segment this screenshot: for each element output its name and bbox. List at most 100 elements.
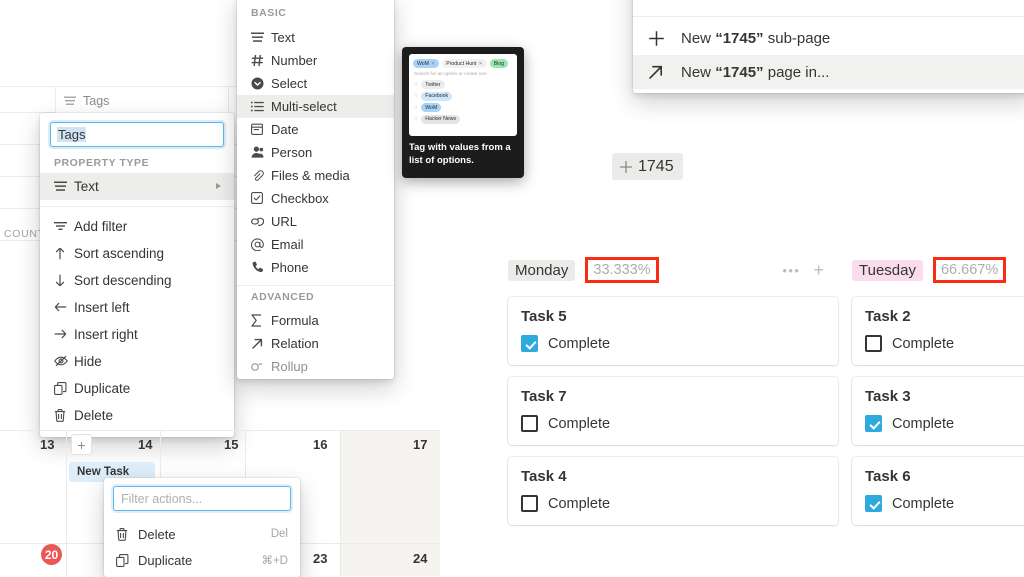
menu-item-label: Insert left [74, 299, 130, 315]
arrow-down-icon [54, 274, 74, 287]
trash-icon [116, 527, 138, 541]
type-option-url[interactable]: URL [237, 210, 394, 233]
menu-item-hide[interactable]: Hide [40, 348, 234, 375]
type-option-files-media[interactable]: Files & media [237, 164, 394, 187]
property-name-input[interactable]: Tags [50, 122, 224, 147]
paperclip-icon [251, 169, 271, 182]
board-column-percent[interactable]: 33.333% [585, 256, 659, 284]
complete-checkbox[interactable] [521, 495, 538, 512]
ellipsis-icon[interactable]: ••• [782, 264, 800, 277]
complete-checkbox[interactable] [865, 335, 882, 352]
action-menu-item-delete[interactable]: Delete Del [104, 521, 300, 547]
menu-item-add-filter[interactable]: Add filter [40, 213, 234, 240]
board-column-header: Tuesday 66.667% [852, 255, 1024, 285]
text-lines-icon [64, 96, 76, 106]
board-card[interactable]: Task 7 Complete [508, 377, 838, 445]
type-option-label: Multi-select [271, 98, 337, 114]
calendar-today-badge[interactable]: 20 [41, 544, 62, 565]
menu-item-insert-left[interactable]: Insert left [40, 294, 234, 321]
complete-label: Complete [892, 495, 955, 512]
calendar-day-number[interactable]: 24 [413, 551, 427, 566]
calendar-day-number[interactable]: 15 [224, 437, 238, 452]
calendar-day-number[interactable]: 23 [313, 551, 327, 566]
new-page-pill-label: 1745 [638, 157, 674, 175]
new-subpage-action[interactable]: New “1745” sub-page [633, 21, 1024, 55]
board-view: Monday 33.333% ••• + Task 5 Complete Tas… [500, 255, 1024, 576]
menu-item-insert-right[interactable]: Insert right [40, 321, 234, 348]
type-option-label: Phone [271, 259, 309, 275]
type-option-checkbox[interactable]: Checkbox [237, 187, 394, 210]
type-menu-basic-label: BASIC [251, 7, 287, 19]
complete-checkbox[interactable] [521, 415, 538, 432]
board-column-percent[interactable]: 66.667% [932, 256, 1007, 284]
property-type-row[interactable]: Text [40, 172, 234, 200]
calendar-day-number[interactable]: 13 [40, 437, 54, 452]
type-option-relation[interactable]: Relation [237, 332, 394, 355]
type-option-label: Relation [271, 336, 319, 351]
board-card[interactable]: Task 2 Complete [852, 297, 1024, 365]
type-option-label: Rollup [271, 359, 308, 374]
arrow-up-icon [54, 247, 74, 260]
menu-item-delete[interactable]: Delete [40, 402, 234, 429]
arrow-right-icon [54, 328, 74, 340]
type-option-select[interactable]: Select [237, 72, 394, 95]
complete-checkbox[interactable] [521, 335, 538, 352]
type-option-multi-select[interactable]: Multi-select [237, 94, 394, 118]
board-card[interactable]: Task 5 Complete [508, 297, 838, 365]
complete-checkbox[interactable] [865, 415, 882, 432]
board-card-title: Task 2 [865, 308, 911, 325]
tooltip-option-label: WoM [421, 103, 442, 112]
board-card[interactable]: Task 4 Complete [508, 457, 838, 525]
tooltip-option: ⠿ Hacker News [414, 114, 513, 124]
property-type-tooltip: WoM ✕ Product Hunt ✕ Blog Search for an op… [402, 47, 524, 178]
grid-column-header-label: Tags [83, 94, 110, 108]
plus-icon [619, 160, 633, 174]
menu-divider [237, 284, 394, 286]
action-menu-item-label: Duplicate [138, 552, 193, 568]
board-group-chip[interactable]: Tuesday [852, 259, 923, 281]
type-option-formula[interactable]: Formula [237, 309, 394, 332]
new-page-in-action[interactable]: New “1745” page in... [633, 55, 1024, 89]
tooltip-option: ⠿ WoM [414, 103, 513, 112]
menu-item-sort-ascending[interactable]: Sort ascending [40, 240, 234, 267]
type-option-phone[interactable]: Phone [237, 256, 394, 279]
property-type-section-label: PROPERTY TYPE [54, 157, 150, 169]
phone-icon [251, 261, 271, 274]
calendar-add-event-button[interactable]: + [71, 434, 92, 455]
complete-label: Complete [892, 335, 955, 352]
type-option-person[interactable]: Person [237, 141, 394, 164]
new-page-pill[interactable]: 1745 [612, 153, 683, 180]
text-lines-icon [54, 181, 74, 192]
type-option-label: URL [271, 213, 298, 229]
filter-actions-input[interactable]: Filter actions... [113, 486, 291, 511]
type-option-email[interactable]: Email [237, 233, 394, 256]
more-results-row[interactable]: ••• 8 more results [633, 0, 1024, 12]
tooltip-search-placeholder: Search for an option or create one [414, 72, 487, 77]
action-context-menu: Filter actions... Delete Del Duplicate ⌘… [104, 478, 300, 577]
board-group-chip[interactable]: Monday [508, 259, 576, 281]
menu-item-sort-descending[interactable]: Sort descending [40, 267, 234, 294]
board-card[interactable]: Task 6 Complete [852, 457, 1024, 525]
menu-item-duplicate[interactable]: Duplicate [40, 375, 234, 402]
calendar-day-number[interactable]: 16 [313, 437, 327, 452]
type-option-label: Files & media [271, 167, 350, 183]
board-column-monday: Monday 33.333% ••• + Task 5 Complete Tas… [508, 255, 838, 525]
type-option-text[interactable]: Text [237, 26, 394, 49]
type-option-rollup[interactable]: Rollup [237, 355, 394, 378]
menu-item-label: Insert right [74, 326, 138, 342]
tooltip-option: ⠿ Twitter [414, 80, 513, 89]
action-menu-item-duplicate[interactable]: Duplicate ⌘+D [104, 547, 300, 573]
grid-column-header-tags[interactable]: Tags [56, 88, 228, 114]
complete-checkbox[interactable] [865, 495, 882, 512]
tooltip-description: Tag with values from a list of options. [409, 142, 511, 166]
calendar-day-number[interactable]: 17 [413, 437, 427, 452]
board-card[interactable]: Task 3 Complete [852, 377, 1024, 445]
type-option-label: Date [271, 121, 299, 137]
type-option-date[interactable]: Date [237, 118, 394, 141]
action-menu-item-label: Delete [138, 526, 176, 542]
tooltip-option-label: Hacker News [421, 114, 461, 124]
plus-icon[interactable]: + [813, 261, 824, 279]
calendar-day-number[interactable]: 14 [138, 437, 152, 452]
type-option-number[interactable]: Number [237, 49, 394, 72]
arrow-left-icon [54, 301, 74, 313]
